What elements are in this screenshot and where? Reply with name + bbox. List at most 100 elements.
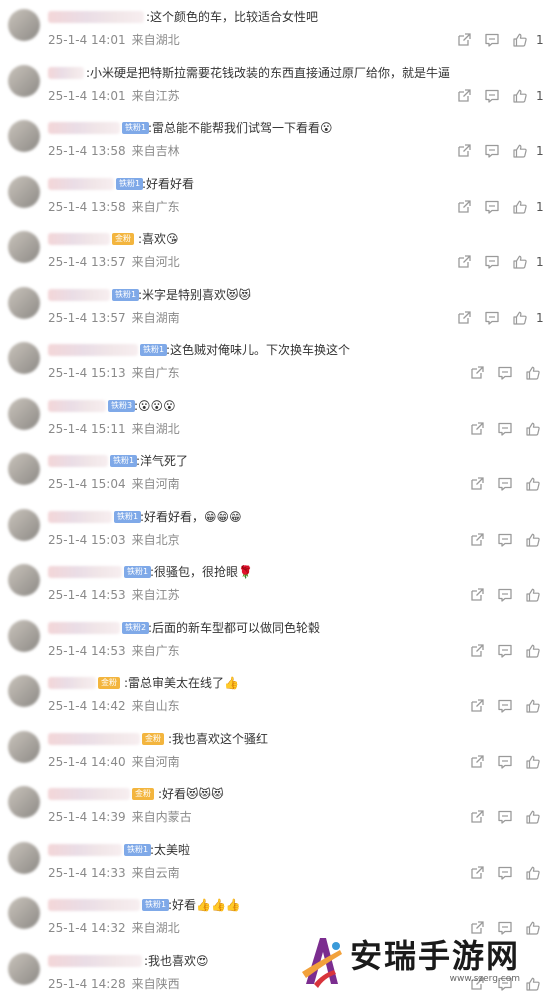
reply-icon[interactable] bbox=[497, 532, 513, 548]
like-icon[interactable] bbox=[512, 143, 528, 159]
comment-date: 25-1-4 14:53 bbox=[48, 644, 126, 658]
reply-icon[interactable] bbox=[497, 476, 513, 492]
comment-location: 来自江苏 bbox=[132, 588, 180, 602]
username-blurred[interactable] bbox=[48, 178, 114, 190]
watermark: 安瑞手游网 www.szerg.com bbox=[300, 926, 544, 996]
username-blurred[interactable] bbox=[48, 344, 138, 356]
like-icon[interactable] bbox=[525, 365, 541, 381]
username-blurred[interactable] bbox=[48, 899, 140, 911]
avatar[interactable] bbox=[8, 620, 40, 652]
share-icon[interactable] bbox=[456, 32, 472, 48]
like-icon[interactable] bbox=[512, 32, 528, 48]
reply-icon[interactable] bbox=[484, 310, 500, 326]
avatar[interactable] bbox=[8, 231, 40, 263]
reply-icon[interactable] bbox=[484, 32, 500, 48]
username-blurred[interactable] bbox=[48, 122, 120, 134]
avatar[interactable] bbox=[8, 342, 40, 374]
username-blurred[interactable] bbox=[48, 955, 142, 967]
reply-icon[interactable] bbox=[497, 643, 513, 659]
avatar[interactable] bbox=[8, 842, 40, 874]
share-icon[interactable] bbox=[456, 88, 472, 104]
avatar[interactable] bbox=[8, 287, 40, 319]
username-blurred[interactable] bbox=[48, 400, 106, 412]
reply-icon[interactable] bbox=[497, 365, 513, 381]
reply-icon[interactable] bbox=[484, 199, 500, 215]
username-blurred[interactable] bbox=[48, 844, 122, 856]
like-icon[interactable] bbox=[512, 199, 528, 215]
share-icon[interactable] bbox=[456, 143, 472, 159]
avatar[interactable] bbox=[8, 675, 40, 707]
share-icon[interactable] bbox=[456, 254, 472, 270]
share-icon[interactable] bbox=[469, 587, 485, 603]
watermark-logo-icon bbox=[300, 932, 344, 990]
reply-icon[interactable] bbox=[484, 88, 500, 104]
avatar[interactable] bbox=[8, 453, 40, 485]
like-icon[interactable] bbox=[525, 643, 541, 659]
avatar[interactable] bbox=[8, 398, 40, 430]
share-icon[interactable] bbox=[469, 365, 485, 381]
share-icon[interactable] bbox=[469, 421, 485, 437]
like-icon[interactable] bbox=[525, 421, 541, 437]
share-icon[interactable] bbox=[469, 698, 485, 714]
avatar[interactable] bbox=[8, 9, 40, 41]
username-blurred[interactable] bbox=[48, 733, 140, 745]
like-icon[interactable] bbox=[525, 809, 541, 825]
share-icon[interactable] bbox=[469, 809, 485, 825]
like-icon[interactable] bbox=[525, 476, 541, 492]
avatar[interactable] bbox=[8, 786, 40, 818]
reply-icon[interactable] bbox=[484, 143, 500, 159]
username-blurred[interactable] bbox=[48, 788, 130, 800]
like-icon[interactable] bbox=[525, 698, 541, 714]
avatar[interactable] bbox=[8, 897, 40, 929]
username-blurred[interactable] bbox=[48, 233, 110, 245]
comment-meta: 25-1-4 15:03来自北京 bbox=[48, 532, 180, 548]
reply-icon[interactable] bbox=[497, 587, 513, 603]
like-icon[interactable] bbox=[525, 587, 541, 603]
comment-date: 25-1-4 14:32 bbox=[48, 921, 126, 935]
share-icon[interactable] bbox=[469, 476, 485, 492]
avatar[interactable] bbox=[8, 120, 40, 152]
username-blurred[interactable] bbox=[48, 511, 112, 523]
avatar[interactable] bbox=[8, 509, 40, 541]
username-blurred[interactable] bbox=[48, 622, 120, 634]
avatar[interactable] bbox=[8, 953, 40, 985]
comment-text: :很骚包，很抢眼🌹 bbox=[150, 563, 253, 581]
username-blurred[interactable] bbox=[48, 289, 110, 301]
like-icon[interactable] bbox=[512, 254, 528, 270]
share-icon[interactable] bbox=[456, 199, 472, 215]
comment-item: 金粉:我也喜欢这个骚红25-1-4 14:40来自河南 bbox=[0, 722, 550, 778]
avatar[interactable] bbox=[8, 731, 40, 763]
like-icon[interactable] bbox=[525, 532, 541, 548]
username-blurred[interactable] bbox=[48, 566, 122, 578]
username-blurred[interactable] bbox=[48, 677, 96, 689]
like-icon[interactable] bbox=[512, 88, 528, 104]
share-icon[interactable] bbox=[456, 310, 472, 326]
username-blurred[interactable] bbox=[48, 455, 108, 467]
reply-icon[interactable] bbox=[497, 421, 513, 437]
reply-icon[interactable] bbox=[497, 865, 513, 881]
comment-item: 铁粉1:好看好看，😁😁😁25-1-4 15:03来自北京 bbox=[0, 500, 550, 556]
comment-actions bbox=[469, 641, 541, 661]
comment-item: 铁粉1:洋气死了25-1-4 15:04来自河南 bbox=[0, 444, 550, 500]
like-icon[interactable] bbox=[512, 310, 528, 326]
reply-icon[interactable] bbox=[484, 254, 500, 270]
comment-item: 铁粉1:太美啦25-1-4 14:33来自云南 bbox=[0, 833, 550, 889]
like-icon[interactable] bbox=[525, 865, 541, 881]
avatar[interactable] bbox=[8, 65, 40, 97]
avatar[interactable] bbox=[8, 564, 40, 596]
comment-item: 金粉:雷总审美太在线了👍25-1-4 14:42来自山东 bbox=[0, 666, 550, 722]
reply-icon[interactable] bbox=[497, 754, 513, 770]
comment-location: 来自广东 bbox=[132, 200, 180, 214]
avatar[interactable] bbox=[8, 176, 40, 208]
share-icon[interactable] bbox=[469, 643, 485, 659]
share-icon[interactable] bbox=[469, 865, 485, 881]
username-blurred[interactable] bbox=[48, 11, 144, 23]
reply-icon[interactable] bbox=[497, 809, 513, 825]
share-icon[interactable] bbox=[469, 532, 485, 548]
reply-icon[interactable] bbox=[497, 698, 513, 714]
share-icon[interactable] bbox=[469, 754, 485, 770]
comment-meta: 25-1-4 14:42来自山东 bbox=[48, 698, 180, 714]
username-blurred[interactable] bbox=[48, 67, 84, 79]
like-icon[interactable] bbox=[525, 754, 541, 770]
comment-item: 铁粉3:😮😮😮25-1-4 15:11来自湖北 bbox=[0, 389, 550, 445]
